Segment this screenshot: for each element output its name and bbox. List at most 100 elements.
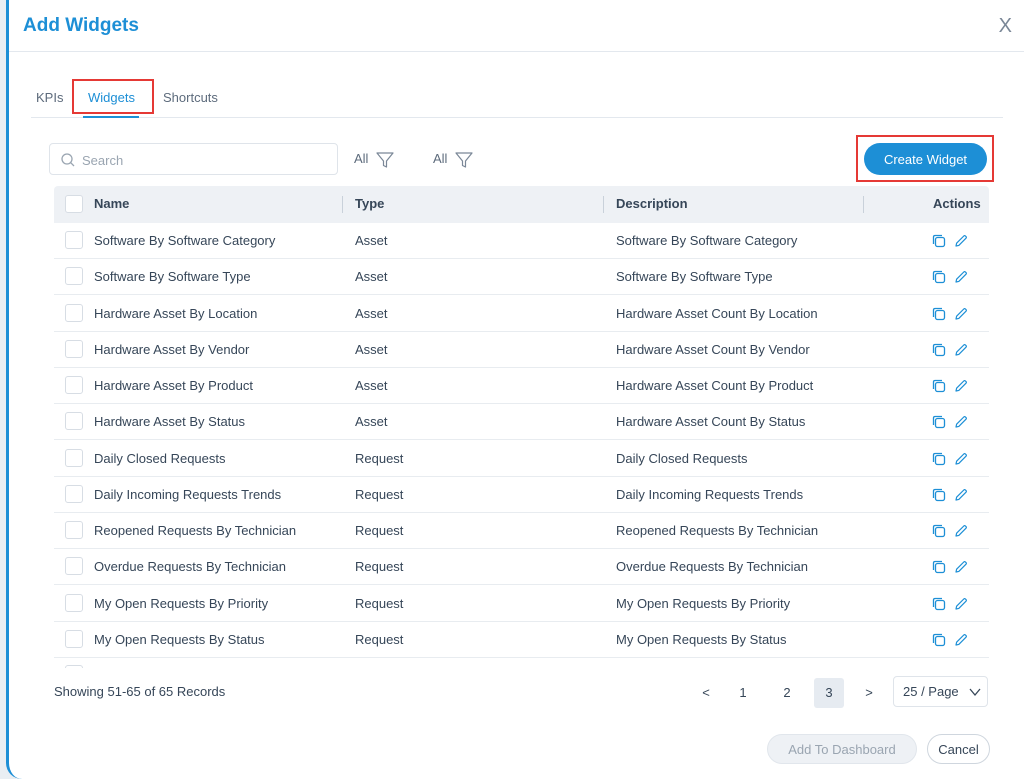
active-tab-indicator	[83, 116, 139, 118]
cancel-button[interactable]: Cancel	[927, 734, 990, 764]
widget-name: Hardware Asset By Product	[94, 378, 253, 393]
copy-icon[interactable]	[931, 378, 947, 394]
select-all-checkbox[interactable]	[65, 195, 83, 213]
edit-pencil-icon[interactable]	[953, 414, 969, 430]
row-checkbox[interactable]	[65, 521, 83, 539]
close-button[interactable]: X	[999, 16, 1012, 36]
row-checkbox[interactable]	[65, 593, 83, 612]
row-checkbox[interactable]	[65, 448, 83, 467]
edit-pencil-icon[interactable]	[953, 342, 969, 358]
row-checkbox[interactable]	[65, 303, 83, 322]
widget-name: Hardware Asset By Location	[94, 305, 258, 321]
copy-icon[interactable]	[931, 632, 947, 648]
table-row[interactable]: My Open Requests By Priority Request My Op…	[54, 586, 989, 622]
edit-pencil-icon[interactable]	[953, 269, 969, 285]
widget-type: Request	[355, 559, 404, 575]
create-widget-button[interactable]: Create Widget	[864, 143, 987, 175]
category-filter-label: All	[433, 151, 448, 166]
tab-widgets[interactable]: Widgets	[88, 90, 135, 105]
row-checkbox[interactable]	[65, 629, 83, 648]
widget-name: Software By Software Type	[94, 269, 251, 285]
table-row[interactable]: Hardware Asset By Product Asset Hardware A…	[54, 368, 989, 404]
table-row[interactable]: Software By Software Category Asset Softwa…	[54, 223, 989, 259]
copy-icon[interactable]	[931, 559, 947, 575]
dialog-title: Add Widgets	[23, 15, 139, 36]
widget-name: Reopened Requests By Technician	[94, 523, 297, 538]
widget-description: Daily Closed Requests	[616, 450, 748, 466]
type-filter[interactable]: All	[354, 149, 398, 171]
row-checkbox[interactable]	[65, 267, 83, 286]
table-row[interactable]: Daily Incoming Requests Trends Request Dai…	[54, 477, 989, 513]
page-size-select[interactable]: 25 / Page	[893, 676, 988, 707]
table-row[interactable]: My Open Requests By Status Request My Open…	[54, 622, 989, 658]
edit-pencil-icon[interactable]	[953, 306, 969, 322]
edit-pencil-icon[interactable]	[953, 233, 969, 249]
table-row[interactable]: Hardware Asset By Location Asset Hardware …	[54, 296, 989, 332]
widget-description: Reopened Requests By Technician	[616, 523, 819, 538]
search-icon	[61, 153, 75, 167]
edit-pencil-icon[interactable]	[953, 451, 969, 467]
table-row[interactable]: Hardware Asset By Vendor Asset Hardware As…	[54, 332, 989, 368]
row-checkbox[interactable]	[65, 376, 83, 394]
filter-icon	[376, 152, 394, 168]
category-filter[interactable]: All	[433, 149, 477, 171]
chevron-down-icon	[969, 688, 981, 697]
widget-type: Asset	[355, 305, 388, 321]
table-row[interactable]: Software By Software Type Asset Software B…	[54, 259, 989, 296]
records-count: Showing 51-65 of 65 Records	[54, 684, 226, 699]
edit-pencil-icon[interactable]	[953, 523, 969, 539]
copy-icon[interactable]	[931, 487, 947, 503]
table-row[interactable]: Hardware Asset By Status Asset Hardware As…	[54, 404, 989, 441]
edit-pencil-icon[interactable]	[953, 632, 969, 648]
dialog-header: Add Widgets X	[9, 0, 1024, 52]
page-1-button[interactable]: 1	[729, 678, 757, 708]
page-3-button[interactable]: 3	[814, 678, 844, 708]
widget-name: Daily Closed Requests	[94, 450, 226, 466]
copy-icon[interactable]	[931, 342, 947, 358]
edit-pencil-icon[interactable]	[953, 378, 969, 394]
widget-description: Overdue Requests By Technician	[616, 559, 808, 575]
prev-page-button[interactable]: <	[695, 678, 717, 708]
edit-pencil-icon[interactable]	[953, 559, 969, 575]
column-type[interactable]: Type	[355, 196, 384, 211]
copy-icon[interactable]	[931, 306, 947, 322]
copy-icon[interactable]	[931, 451, 947, 467]
tab-kpis[interactable]: KPIs	[36, 90, 63, 105]
column-description[interactable]: Description	[616, 196, 688, 211]
page-2-button[interactable]: 2	[773, 678, 801, 708]
next-page-button[interactable]: >	[858, 678, 880, 708]
column-divider	[863, 196, 864, 213]
edit-pencil-icon[interactable]	[953, 487, 969, 503]
widget-description: Hardware Asset Count By Location	[616, 305, 818, 321]
column-divider	[603, 196, 604, 213]
edit-pencil-icon[interactable]	[953, 596, 969, 612]
partial-next-row	[54, 665, 989, 668]
table-row[interactable]: Daily Closed Requests Request Daily Closed…	[54, 441, 989, 477]
widget-description: Daily Incoming Requests Trends	[616, 486, 804, 502]
row-checkbox[interactable]	[65, 412, 83, 431]
row-checkbox[interactable]	[65, 231, 83, 249]
search-input[interactable]	[80, 148, 330, 172]
row-checkbox[interactable]	[65, 557, 83, 576]
copy-icon[interactable]	[931, 269, 947, 285]
widget-type: Asset	[355, 414, 388, 430]
search-field[interactable]	[49, 143, 338, 175]
column-name[interactable]: Name	[94, 196, 129, 211]
row-checkbox[interactable]	[65, 665, 83, 668]
widget-type: Request	[355, 595, 404, 611]
add-to-dashboard-button[interactable]: Add To Dashboard	[767, 734, 917, 764]
copy-icon[interactable]	[931, 523, 947, 539]
copy-icon[interactable]	[931, 596, 947, 612]
column-actions: Actions	[933, 196, 981, 211]
table-row[interactable]: Overdue Requests By Technician Request Ove…	[54, 549, 989, 586]
copy-icon[interactable]	[931, 233, 947, 249]
widget-type: Request	[355, 523, 404, 538]
widget-type: Asset	[355, 269, 388, 285]
copy-icon[interactable]	[931, 414, 947, 430]
widget-name: Software By Software Category	[94, 233, 276, 248]
row-checkbox[interactable]	[65, 339, 83, 358]
tab-shortcuts[interactable]: Shortcuts	[163, 90, 218, 105]
widget-name: Overdue Requests By Technician	[94, 559, 286, 575]
row-checkbox[interactable]	[65, 484, 83, 503]
table-row[interactable]: Reopened Requests By Technician Request Re…	[54, 513, 989, 549]
